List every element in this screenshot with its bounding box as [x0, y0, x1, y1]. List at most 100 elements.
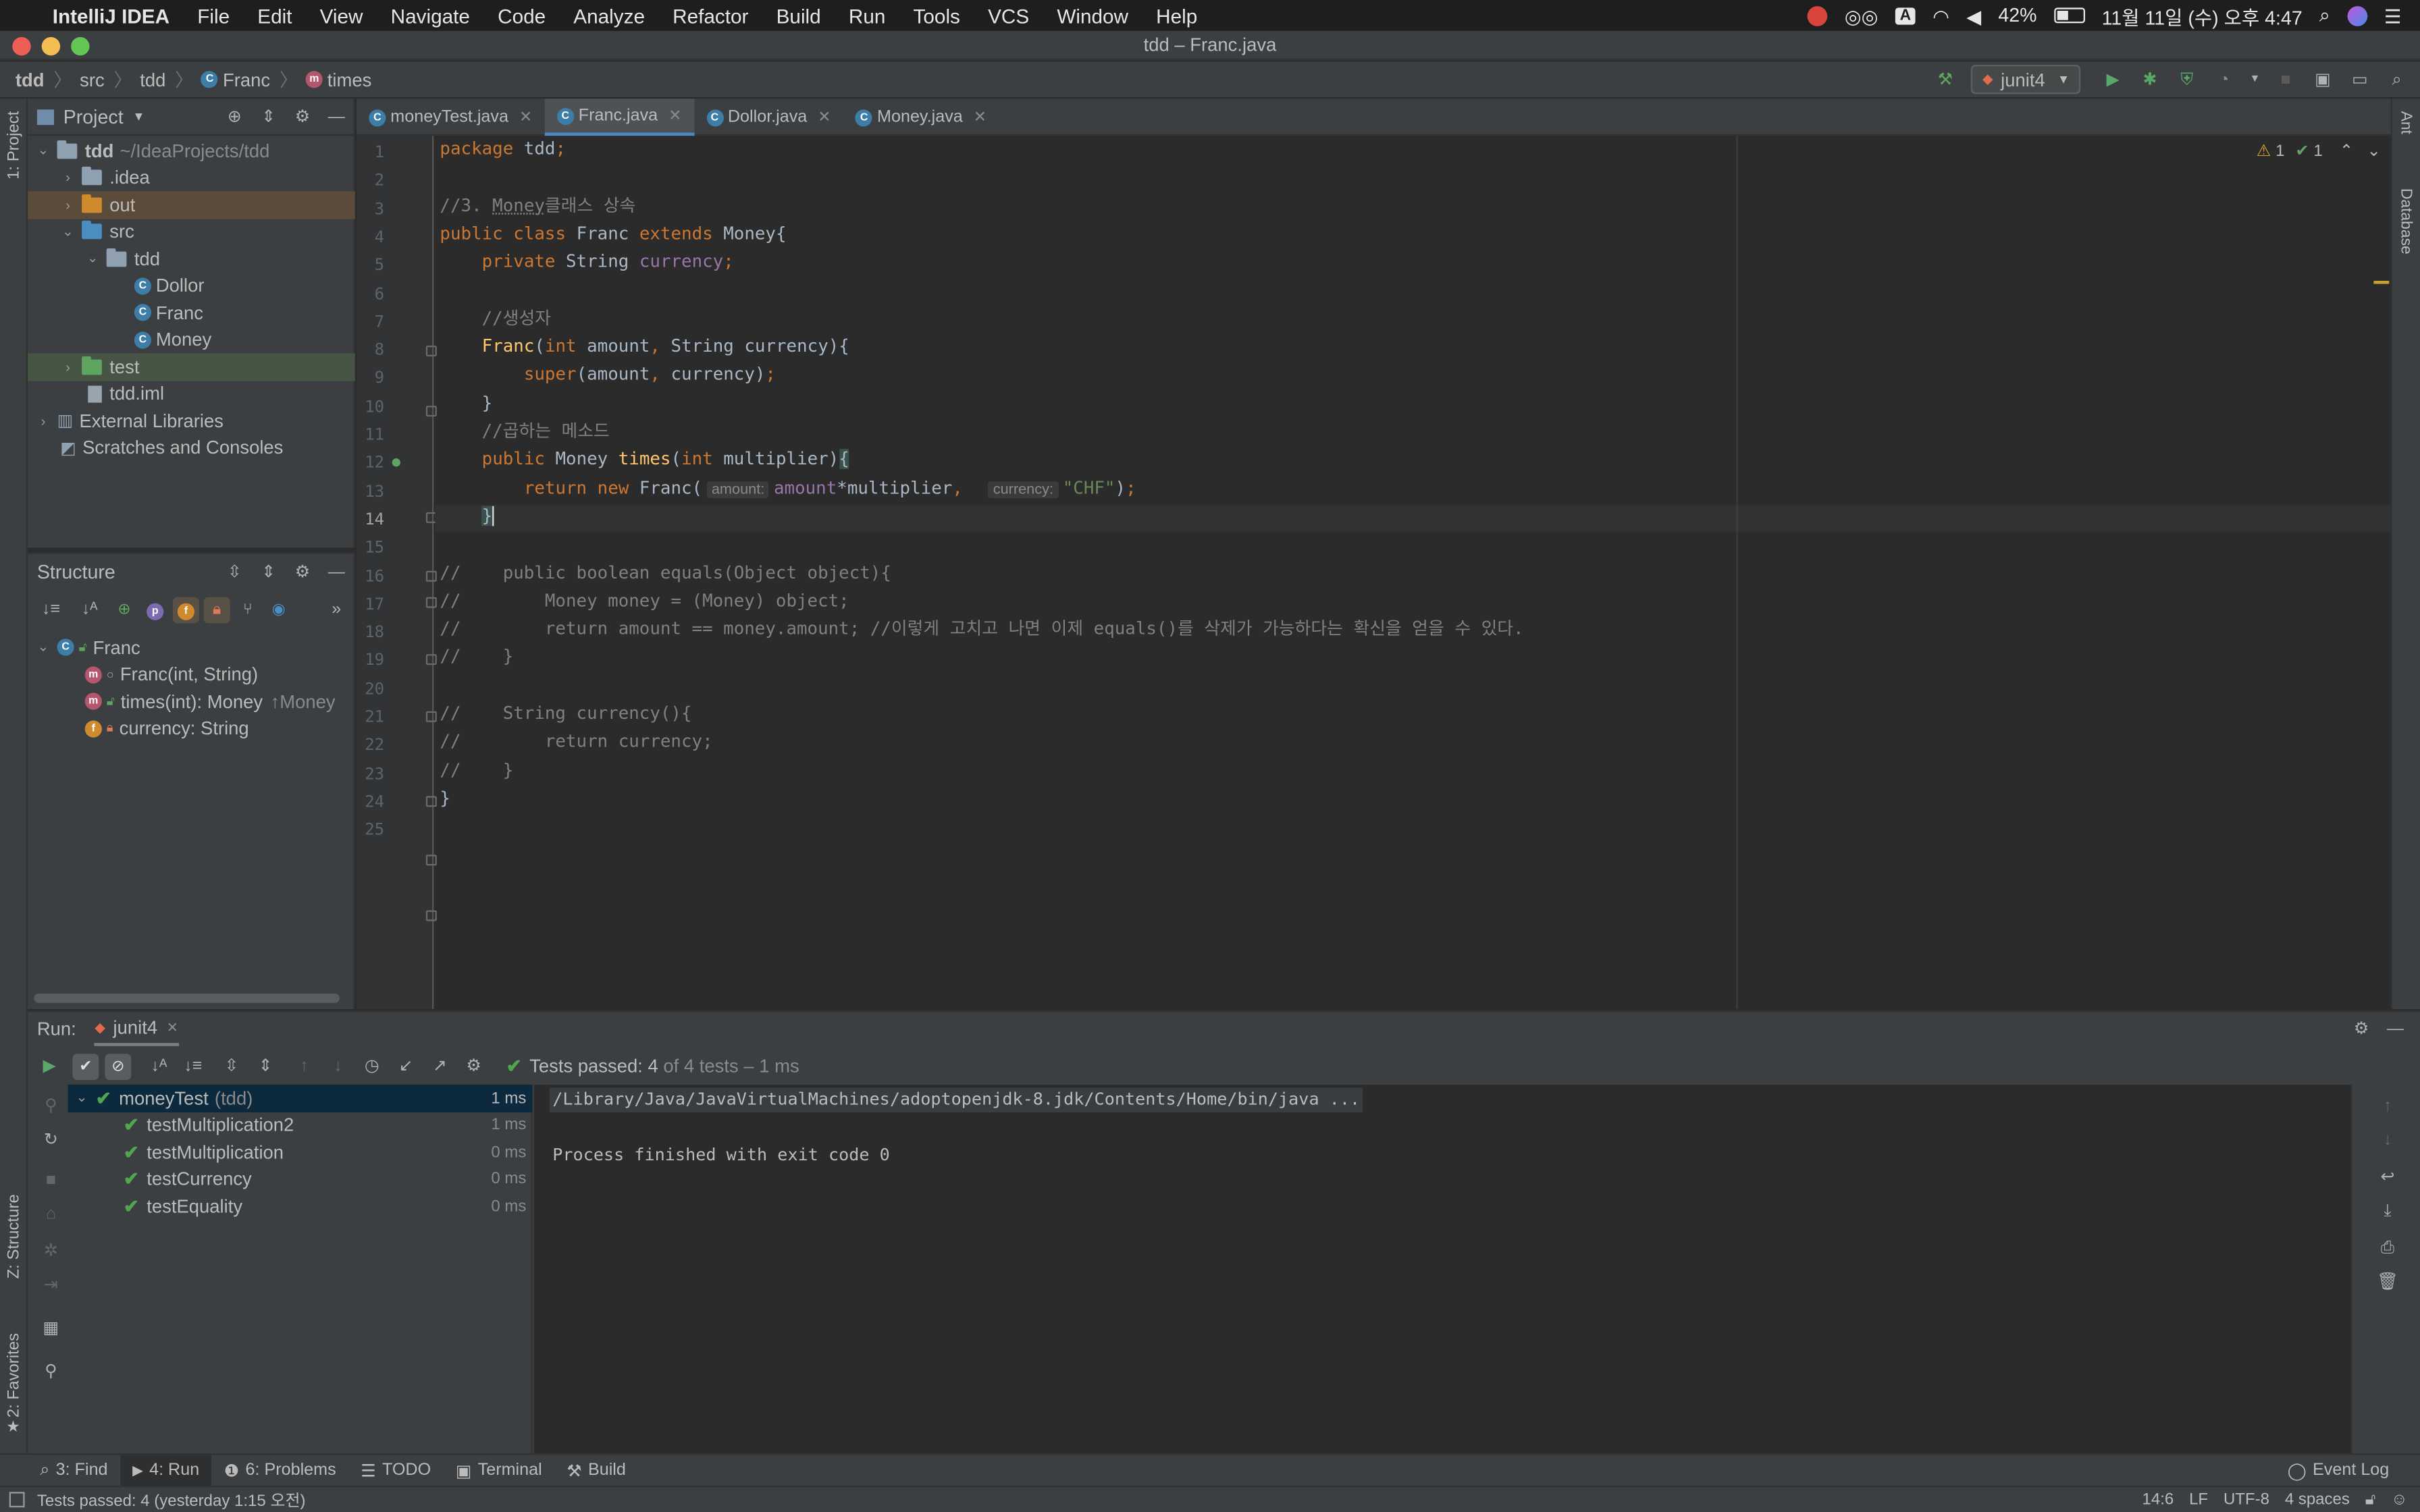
file-encoding[interactable]: UTF-8: [2224, 1490, 2269, 1509]
close-icon[interactable]: ✕: [668, 107, 681, 124]
close-icon[interactable]: ✕: [818, 109, 831, 126]
horizontal-scrollbar[interactable]: [34, 994, 340, 1003]
menu-tools[interactable]: Tools: [899, 4, 974, 27]
arrow-up-icon[interactable]: ↑: [2375, 1094, 2400, 1119]
ant-tool-tab[interactable]: Ant: [2397, 111, 2414, 134]
tab-moneytest[interactable]: C moneyTest.java ✕: [357, 99, 544, 136]
code-editor[interactable]: package tdd; //3. Money클래스 상속 public class…: [436, 136, 2391, 1009]
expand-all-icon[interactable]: ⇳: [219, 1054, 244, 1079]
wifi-icon[interactable]: ◠: [1932, 4, 1949, 27]
show-passed-icon[interactable]: ✔: [72, 1053, 99, 1079]
next-failed-icon[interactable]: ↓: [325, 1054, 350, 1079]
tree-item-money[interactable]: C Money: [28, 326, 355, 353]
problems-tool-button[interactable]: ❶ 6: Problems: [212, 1454, 348, 1486]
show-inherited-icon[interactable]: ⊕: [111, 596, 138, 623]
caret-position[interactable]: 14:6: [2142, 1490, 2174, 1509]
tree-item-src[interactable]: ⌄ src: [28, 218, 355, 245]
menu-analyze[interactable]: Analyze: [560, 4, 659, 27]
structure-item-times[interactable]: m 🔓︎ times(int): Money ↑Money: [28, 688, 355, 715]
coverage-icon[interactable]: ⛨: [2175, 67, 2200, 92]
chevron-right-icon[interactable]: ›: [60, 170, 76, 186]
breadcrumb-method[interactable]: m times: [305, 69, 371, 90]
structure-tool-tab[interactable]: Z: Structure: [5, 1194, 23, 1278]
test-row[interactable]: ✔ testEquality 0 ms: [68, 1193, 533, 1220]
terminal-window-icon[interactable]: ▭: [2348, 67, 2373, 92]
rerun-failed-icon[interactable]: ↻: [38, 1128, 63, 1153]
tree-item-test[interactable]: › test: [28, 353, 355, 381]
console-output[interactable]: /Library/Java/JavaVirtualMachines/adopto…: [533, 1084, 2351, 1455]
close-icon[interactable]: ✕: [167, 1019, 178, 1036]
memory-indicator-icon[interactable]: ☺: [2391, 1490, 2408, 1509]
chevron-right-icon[interactable]: ›: [36, 413, 51, 429]
volume-icon[interactable]: ◀: [1966, 4, 1981, 27]
gear-icon[interactable]: ⚙: [290, 104, 315, 129]
hide-icon[interactable]: —: [324, 560, 349, 585]
soft-wrap-icon[interactable]: ↩: [2375, 1165, 2400, 1190]
show-properties-icon[interactable]: p: [142, 596, 168, 622]
pin-tab-icon[interactable]: ⚲: [38, 1359, 63, 1384]
hide-icon[interactable]: —: [324, 104, 349, 129]
import-tests-icon[interactable]: ↙: [394, 1054, 419, 1079]
scroll-to-end-icon[interactable]: ⤓: [2375, 1199, 2400, 1224]
menubar-datetime[interactable]: 11월 11일 (수) 오후 4:47: [2102, 1, 2303, 30]
collapse-all-icon[interactable]: ⇕: [256, 560, 281, 585]
run-icon[interactable]: ▶: [2101, 67, 2126, 92]
tab-franc[interactable]: C Franc.java ✕: [544, 99, 694, 136]
siri-icon[interactable]: [2347, 5, 2367, 26]
chevron-right-icon[interactable]: ›: [60, 197, 76, 213]
layout-icon[interactable]: ▦: [38, 1316, 63, 1341]
breadcrumb-project[interactable]: tdd: [16, 69, 45, 90]
menu-refactor[interactable]: Refactor: [659, 4, 762, 27]
run-tab[interactable]: ◆ junit4 ✕: [95, 1012, 179, 1046]
tree-item-package-tdd[interactable]: ⌄ tdd: [28, 245, 355, 272]
rerun-icon[interactable]: ▶: [37, 1054, 62, 1079]
terminal-tool-button[interactable]: ▣ Terminal: [443, 1454, 554, 1486]
export-tests-icon[interactable]: ↗: [427, 1054, 452, 1079]
menu-run[interactable]: Run: [835, 4, 899, 27]
gear-icon[interactable]: ⚙: [2349, 1017, 2374, 1042]
indent-setting[interactable]: 4 spaces: [2285, 1490, 2350, 1509]
warning-stripe-marker[interactable]: [2373, 281, 2390, 284]
find-tool-button[interactable]: ⌕ 3: Find: [28, 1454, 120, 1486]
menu-app-name[interactable]: IntelliJ IDEA: [38, 4, 184, 27]
tree-item-external-libraries[interactable]: › ▥ External Libraries: [28, 407, 355, 434]
run-config-selector[interactable]: ◆ junit4 ▼: [1971, 65, 2081, 94]
chevron-down-icon[interactable]: ⌄: [2367, 142, 2381, 160]
hide-icon[interactable]: —: [2383, 1017, 2408, 1042]
gear-icon[interactable]: ⚙: [461, 1054, 486, 1079]
show-ignored-icon[interactable]: ⊘: [105, 1053, 132, 1079]
minimize-window-button[interactable]: [41, 36, 61, 56]
sort-alpha-icon[interactable]: ↓ᴬ: [147, 1054, 172, 1079]
tab-dollor[interactable]: C Dollor.java ✕: [694, 99, 843, 136]
close-window-button[interactable]: [12, 36, 31, 56]
history-icon[interactable]: ◷: [360, 1054, 385, 1079]
autoscroll-icon[interactable]: ◉: [265, 596, 292, 622]
build-tool-button[interactable]: ⚒ Build: [554, 1454, 638, 1486]
chevron-down-icon[interactable]: ⌄: [36, 142, 51, 159]
menu-navigate[interactable]: Navigate: [377, 4, 483, 27]
debug-icon[interactable]: ✱: [2138, 67, 2163, 92]
menu-vcs[interactable]: VCS: [974, 4, 1043, 27]
login-icon[interactable]: ⇥: [38, 1273, 63, 1298]
input-method-icon[interactable]: A: [1895, 7, 1916, 24]
todo-tool-button[interactable]: ☰ TODO: [348, 1454, 443, 1486]
more-icon[interactable]: »: [324, 597, 349, 622]
profile-icon[interactable]: ◔: [2211, 67, 2236, 92]
event-log-button[interactable]: ◯ Event Log: [2275, 1454, 2401, 1486]
gear-icon[interactable]: ⚙: [290, 560, 315, 585]
menu-edit[interactable]: Edit: [244, 4, 306, 27]
test-row[interactable]: ✔ testMultiplication 0 ms: [68, 1139, 533, 1166]
tree-item-scratches[interactable]: ◩ Scratches and Consoles: [28, 434, 355, 461]
chevron-right-icon[interactable]: ›: [60, 359, 76, 375]
arrow-down-icon[interactable]: ↓: [2375, 1128, 2400, 1153]
expand-all-icon[interactable]: ⇳: [222, 560, 247, 585]
sort-alpha-icon[interactable]: ↓ᴬ: [77, 597, 102, 622]
previous-failed-icon[interactable]: ↑: [292, 1054, 317, 1079]
run-tool-button[interactable]: ▶ 4: Run: [120, 1454, 212, 1487]
pin-icon[interactable]: ⚲: [38, 1094, 63, 1119]
control-center-icon[interactable]: ☰: [2384, 4, 2402, 27]
tree-item-idea[interactable]: › .idea: [28, 164, 355, 191]
chevron-down-icon[interactable]: ⌄: [85, 250, 101, 267]
glasses-icon[interactable]: ◎◎: [1845, 4, 1878, 27]
test-row[interactable]: ✔ testMultiplication2 1 ms: [68, 1112, 533, 1139]
